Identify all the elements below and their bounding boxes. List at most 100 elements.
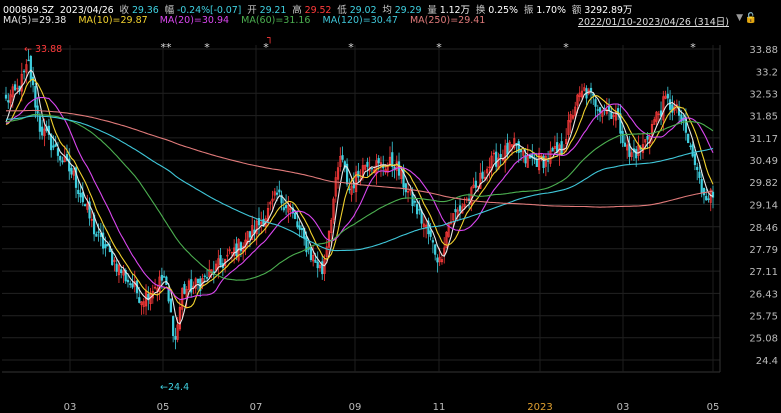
candle-body — [4, 94, 8, 99]
candle-body — [702, 187, 706, 196]
candle-body — [415, 204, 419, 215]
candle-body — [169, 298, 172, 313]
candle-body — [284, 205, 288, 209]
candle-body — [219, 255, 222, 266]
candle-body — [666, 93, 669, 99]
candle-body — [309, 247, 313, 261]
candle-body — [377, 158, 380, 164]
y-tick-label: 27.79 — [749, 245, 778, 256]
candle-body — [275, 192, 279, 195]
kline-chart[interactable]: 33.88 33.2 32.53 31.85 31.17 30.49 29.82 29.14 2… — [0, 0, 781, 413]
candle-body — [165, 276, 168, 286]
x-tick-label: 11 — [433, 402, 446, 413]
event-flag-mark: ┐ — [267, 33, 273, 44]
candle-body — [81, 192, 84, 203]
candle-body — [623, 142, 627, 147]
y-tick-label: 28.46 — [749, 223, 778, 234]
candle-body — [183, 284, 186, 294]
candle-body — [397, 161, 401, 176]
candle-body — [77, 189, 80, 195]
candle-body — [160, 274, 163, 281]
candle-body — [691, 144, 694, 157]
candle-body — [519, 149, 523, 153]
candle-body — [205, 277, 209, 279]
y-tick-label: 31.17 — [749, 134, 778, 145]
candle-body — [499, 154, 502, 158]
candle-body — [95, 233, 98, 237]
candle-body — [689, 145, 692, 148]
candle-body — [172, 316, 175, 337]
candle-body — [596, 109, 599, 111]
candle-body — [32, 76, 35, 86]
candle-body — [668, 99, 672, 110]
y-tick-label: 33.88 — [749, 45, 778, 56]
candle-body — [203, 275, 206, 277]
candle-body — [506, 142, 509, 155]
x-tick-label: 09 — [349, 402, 362, 413]
event-star-mark: * — [348, 41, 354, 54]
candle-body — [52, 145, 55, 148]
candle-body — [404, 183, 407, 193]
candle-body — [434, 244, 437, 255]
candle-body — [431, 240, 435, 243]
candle-body — [196, 278, 200, 284]
x-tick-label: 05 — [707, 402, 720, 413]
candle-body — [120, 269, 123, 274]
candle-body — [129, 283, 132, 285]
candle-body — [235, 243, 238, 256]
event-star-mark: * — [690, 41, 696, 54]
candle-body — [418, 209, 421, 211]
candle-body — [429, 230, 432, 237]
candle-body — [27, 59, 30, 62]
candle-body — [131, 283, 134, 288]
y-tick-label: 25.75 — [749, 312, 778, 323]
candle-body — [79, 192, 82, 198]
candle-body — [454, 209, 457, 213]
candle-body — [366, 161, 369, 167]
candle-body — [34, 85, 37, 108]
candle-body — [314, 259, 317, 263]
candle-body — [687, 133, 690, 144]
candle-body — [282, 207, 285, 211]
candle-body — [458, 205, 462, 212]
candle-body — [481, 171, 484, 179]
y-tick-label: 24.4 — [756, 356, 778, 367]
y-tick-label: 31.85 — [749, 112, 778, 123]
min-price-label: ←24.4 — [160, 382, 189, 393]
ma-line-ma20 — [5, 96, 714, 301]
y-tick-label: 27.11 — [749, 267, 778, 278]
candle-body — [61, 160, 64, 163]
candle-body — [83, 204, 87, 207]
candle-body — [693, 153, 697, 166]
candle-body — [97, 231, 100, 233]
candle-body — [705, 196, 708, 201]
ma-line-ma250 — [6, 109, 714, 208]
candle-body — [29, 55, 32, 81]
candle-body — [594, 99, 597, 107]
event-star-mark: * — [204, 41, 210, 54]
candle-body — [646, 136, 649, 140]
candle-body — [138, 297, 141, 303]
candle-body — [560, 141, 563, 156]
candle-body — [551, 147, 554, 152]
candle-body — [474, 180, 477, 188]
candle-body — [598, 107, 602, 113]
candle-body — [111, 250, 114, 265]
y-tick-label: 29.82 — [749, 178, 778, 189]
y-tick-label: 25.08 — [749, 334, 778, 345]
y-tick-label: 32.53 — [749, 89, 778, 100]
candle-body — [495, 151, 498, 167]
candle-body — [707, 198, 710, 200]
event-star-mark: * — [436, 41, 442, 54]
candle-body — [294, 212, 297, 220]
max-price-label: ← 33.88 — [24, 44, 62, 55]
candle-body — [413, 200, 416, 203]
candle-body — [115, 263, 118, 272]
ma-line-ma120 — [5, 115, 714, 252]
candle-body — [41, 126, 44, 136]
candle-body — [370, 167, 374, 170]
candle-body — [547, 160, 550, 162]
candle-body — [696, 166, 699, 171]
candle-body — [36, 105, 39, 114]
candle-body — [248, 231, 252, 238]
